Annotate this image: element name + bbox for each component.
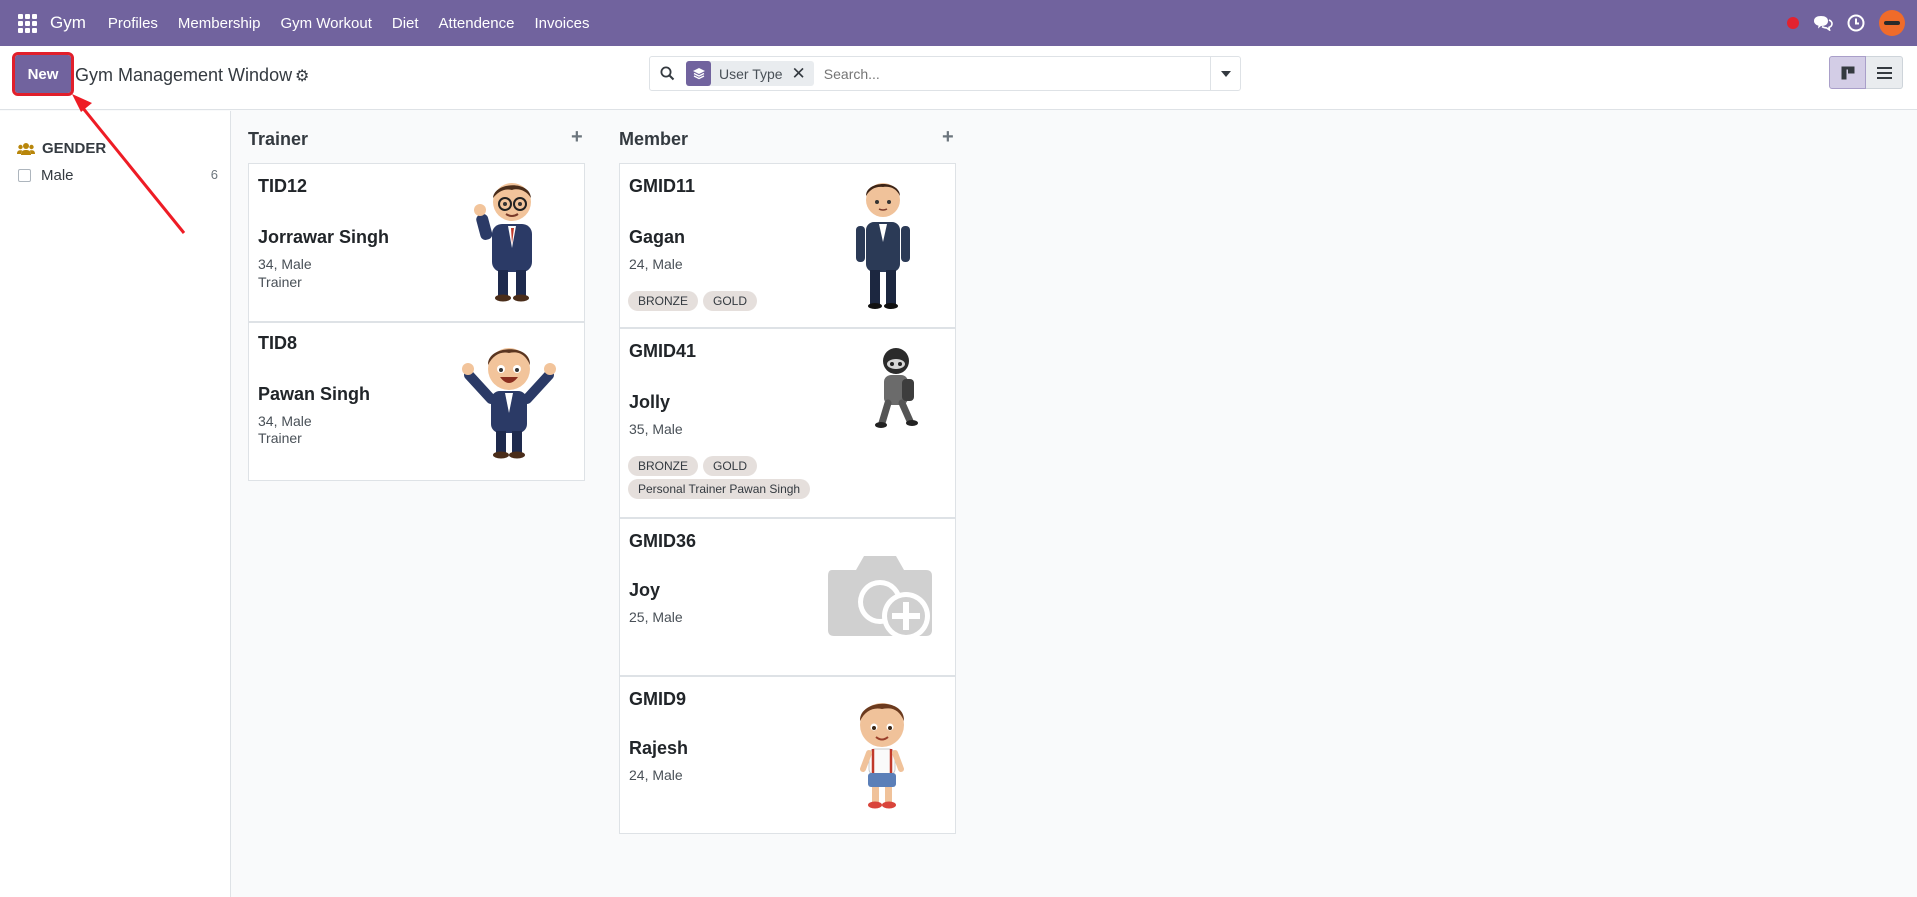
filter-label: Male <box>41 167 74 184</box>
gender-filter-header: GENDER <box>17 140 106 157</box>
navbar-systray <box>1787 0 1905 46</box>
card-meta: 35, Male <box>629 421 683 437</box>
kanban-card[interactable]: TID12 Jorrawar Singh 34, Male Trainer <box>248 163 585 322</box>
menu-attendence[interactable]: Attendence <box>429 15 525 32</box>
filter-item-male[interactable]: Male 6 <box>18 167 218 184</box>
card-name: Joy <box>629 580 661 600</box>
menu-gym-workout[interactable]: Gym Workout <box>270 15 381 32</box>
layers-icon <box>686 61 711 86</box>
facet-label: User Type <box>719 65 783 82</box>
tag-list: BRONZE GOLD <box>628 456 758 476</box>
card-role: Trainer <box>258 274 302 290</box>
debug-icon[interactable] <box>1787 17 1799 29</box>
add-icon[interactable]: + <box>942 126 954 149</box>
search-facet[interactable]: User Type ✕ <box>686 61 814 86</box>
card-name: Pawan Singh <box>258 384 371 404</box>
filter-sidebar: GENDER Male 6 <box>0 111 231 897</box>
tag-badge: GOLD <box>703 456 758 476</box>
male-checkbox[interactable] <box>18 169 31 182</box>
chat-icon[interactable] <box>1813 15 1833 31</box>
new-button[interactable]: New <box>12 52 74 96</box>
column-title: Member <box>619 129 689 149</box>
kanban-card[interactable]: GMID41 Jolly 35, Male BRONZE GOLD Person… <box>619 328 956 518</box>
kanban-card[interactable]: TID8 Pawan Singh 34, Male Trainer <box>248 322 585 481</box>
column-title: Trainer <box>248 129 309 149</box>
card-name: Gagan <box>629 227 686 247</box>
kanban-card[interactable]: GMID11 Gagan 24, Male BRONZE GOLD <box>619 163 956 328</box>
user-avatar[interactable] <box>1879 10 1905 36</box>
menu-membership[interactable]: Membership <box>168 15 271 32</box>
card-id: GMID41 <box>629 341 697 361</box>
member-cartoon-image <box>856 183 910 309</box>
kanban-card[interactable]: GMID9 Rajesh 24, Male <box>619 676 956 834</box>
kanban-card[interactable]: GMID36 Joy 25, Male <box>619 518 956 676</box>
control-panel: New Gym Management Window ⚙ User Type ✕ <box>0 46 1917 110</box>
card-name: Rajesh <box>629 738 689 758</box>
search-bar: User Type ✕ <box>649 56 1241 91</box>
tag-badge: BRONZE <box>628 291 699 311</box>
users-icon <box>17 142 35 155</box>
card-meta: 25, Male <box>629 609 683 625</box>
kanban-view-button[interactable] <box>1829 56 1866 89</box>
add-icon[interactable]: + <box>571 126 583 149</box>
app-brand[interactable]: Gym <box>50 13 86 33</box>
view-switcher <box>1829 56 1903 89</box>
card-name: Jolly <box>629 392 671 412</box>
tag-list: Personal Trainer Pawan Singh <box>628 479 811 499</box>
search-options-toggle[interactable] <box>1210 57 1240 90</box>
tag-list: BRONZE GOLD <box>628 291 758 311</box>
trainer-cartoon-image <box>462 348 556 459</box>
tag-badge: BRONZE <box>628 456 699 476</box>
kanban-icon <box>1841 66 1854 79</box>
card-id: TID8 <box>258 333 298 353</box>
apps-grid-icon[interactable] <box>18 14 38 33</box>
search-icon[interactable] <box>650 66 684 81</box>
menu-profiles[interactable]: Profiles <box>98 15 168 32</box>
gear-icon[interactable]: ⚙ <box>295 66 309 86</box>
chevron-down-icon <box>1220 70 1231 77</box>
kanban-column-member: Member + GMID11 Gagan 24, Male BRONZE GO… <box>619 111 956 897</box>
member-cartoon-image <box>859 703 905 809</box>
trainer-cartoon-image <box>474 183 532 302</box>
tag-badge: Personal Trainer Pawan Singh <box>628 479 811 499</box>
search-input[interactable] <box>823 65 1210 82</box>
card-meta: 34, Male <box>258 256 312 272</box>
card-meta: 24, Male <box>629 767 683 783</box>
list-icon <box>1876 66 1892 79</box>
menu-invoices[interactable]: Invoices <box>524 15 599 32</box>
close-icon[interactable]: ✕ <box>792 64 814 84</box>
card-meta: 34, Male <box>258 413 312 429</box>
card-meta: 24, Male <box>629 256 683 272</box>
camera-placeholder-icon <box>828 556 932 640</box>
list-view-button[interactable] <box>1866 56 1903 89</box>
card-id: TID12 <box>258 176 308 196</box>
card-id: GMID36 <box>629 531 697 551</box>
top-navbar: Gym Profiles Membership Gym Workout Diet… <box>0 0 1917 46</box>
card-id: GMID9 <box>629 689 687 709</box>
filter-count: 6 <box>210 167 218 182</box>
tag-badge: GOLD <box>703 291 758 311</box>
member-cartoon-image <box>875 348 918 428</box>
card-role: Trainer <box>258 430 302 446</box>
card-name: Jorrawar Singh <box>258 227 390 247</box>
kanban-column-trainer: Trainer + TID12 Jorrawar Singh 34, Male … <box>248 111 585 897</box>
page-title: Gym Management Window <box>75 65 293 85</box>
gender-label: GENDER <box>42 140 107 157</box>
menu-diet[interactable]: Diet <box>382 15 429 32</box>
activity-clock-icon[interactable] <box>1847 14 1865 32</box>
card-id: GMID11 <box>629 176 696 196</box>
